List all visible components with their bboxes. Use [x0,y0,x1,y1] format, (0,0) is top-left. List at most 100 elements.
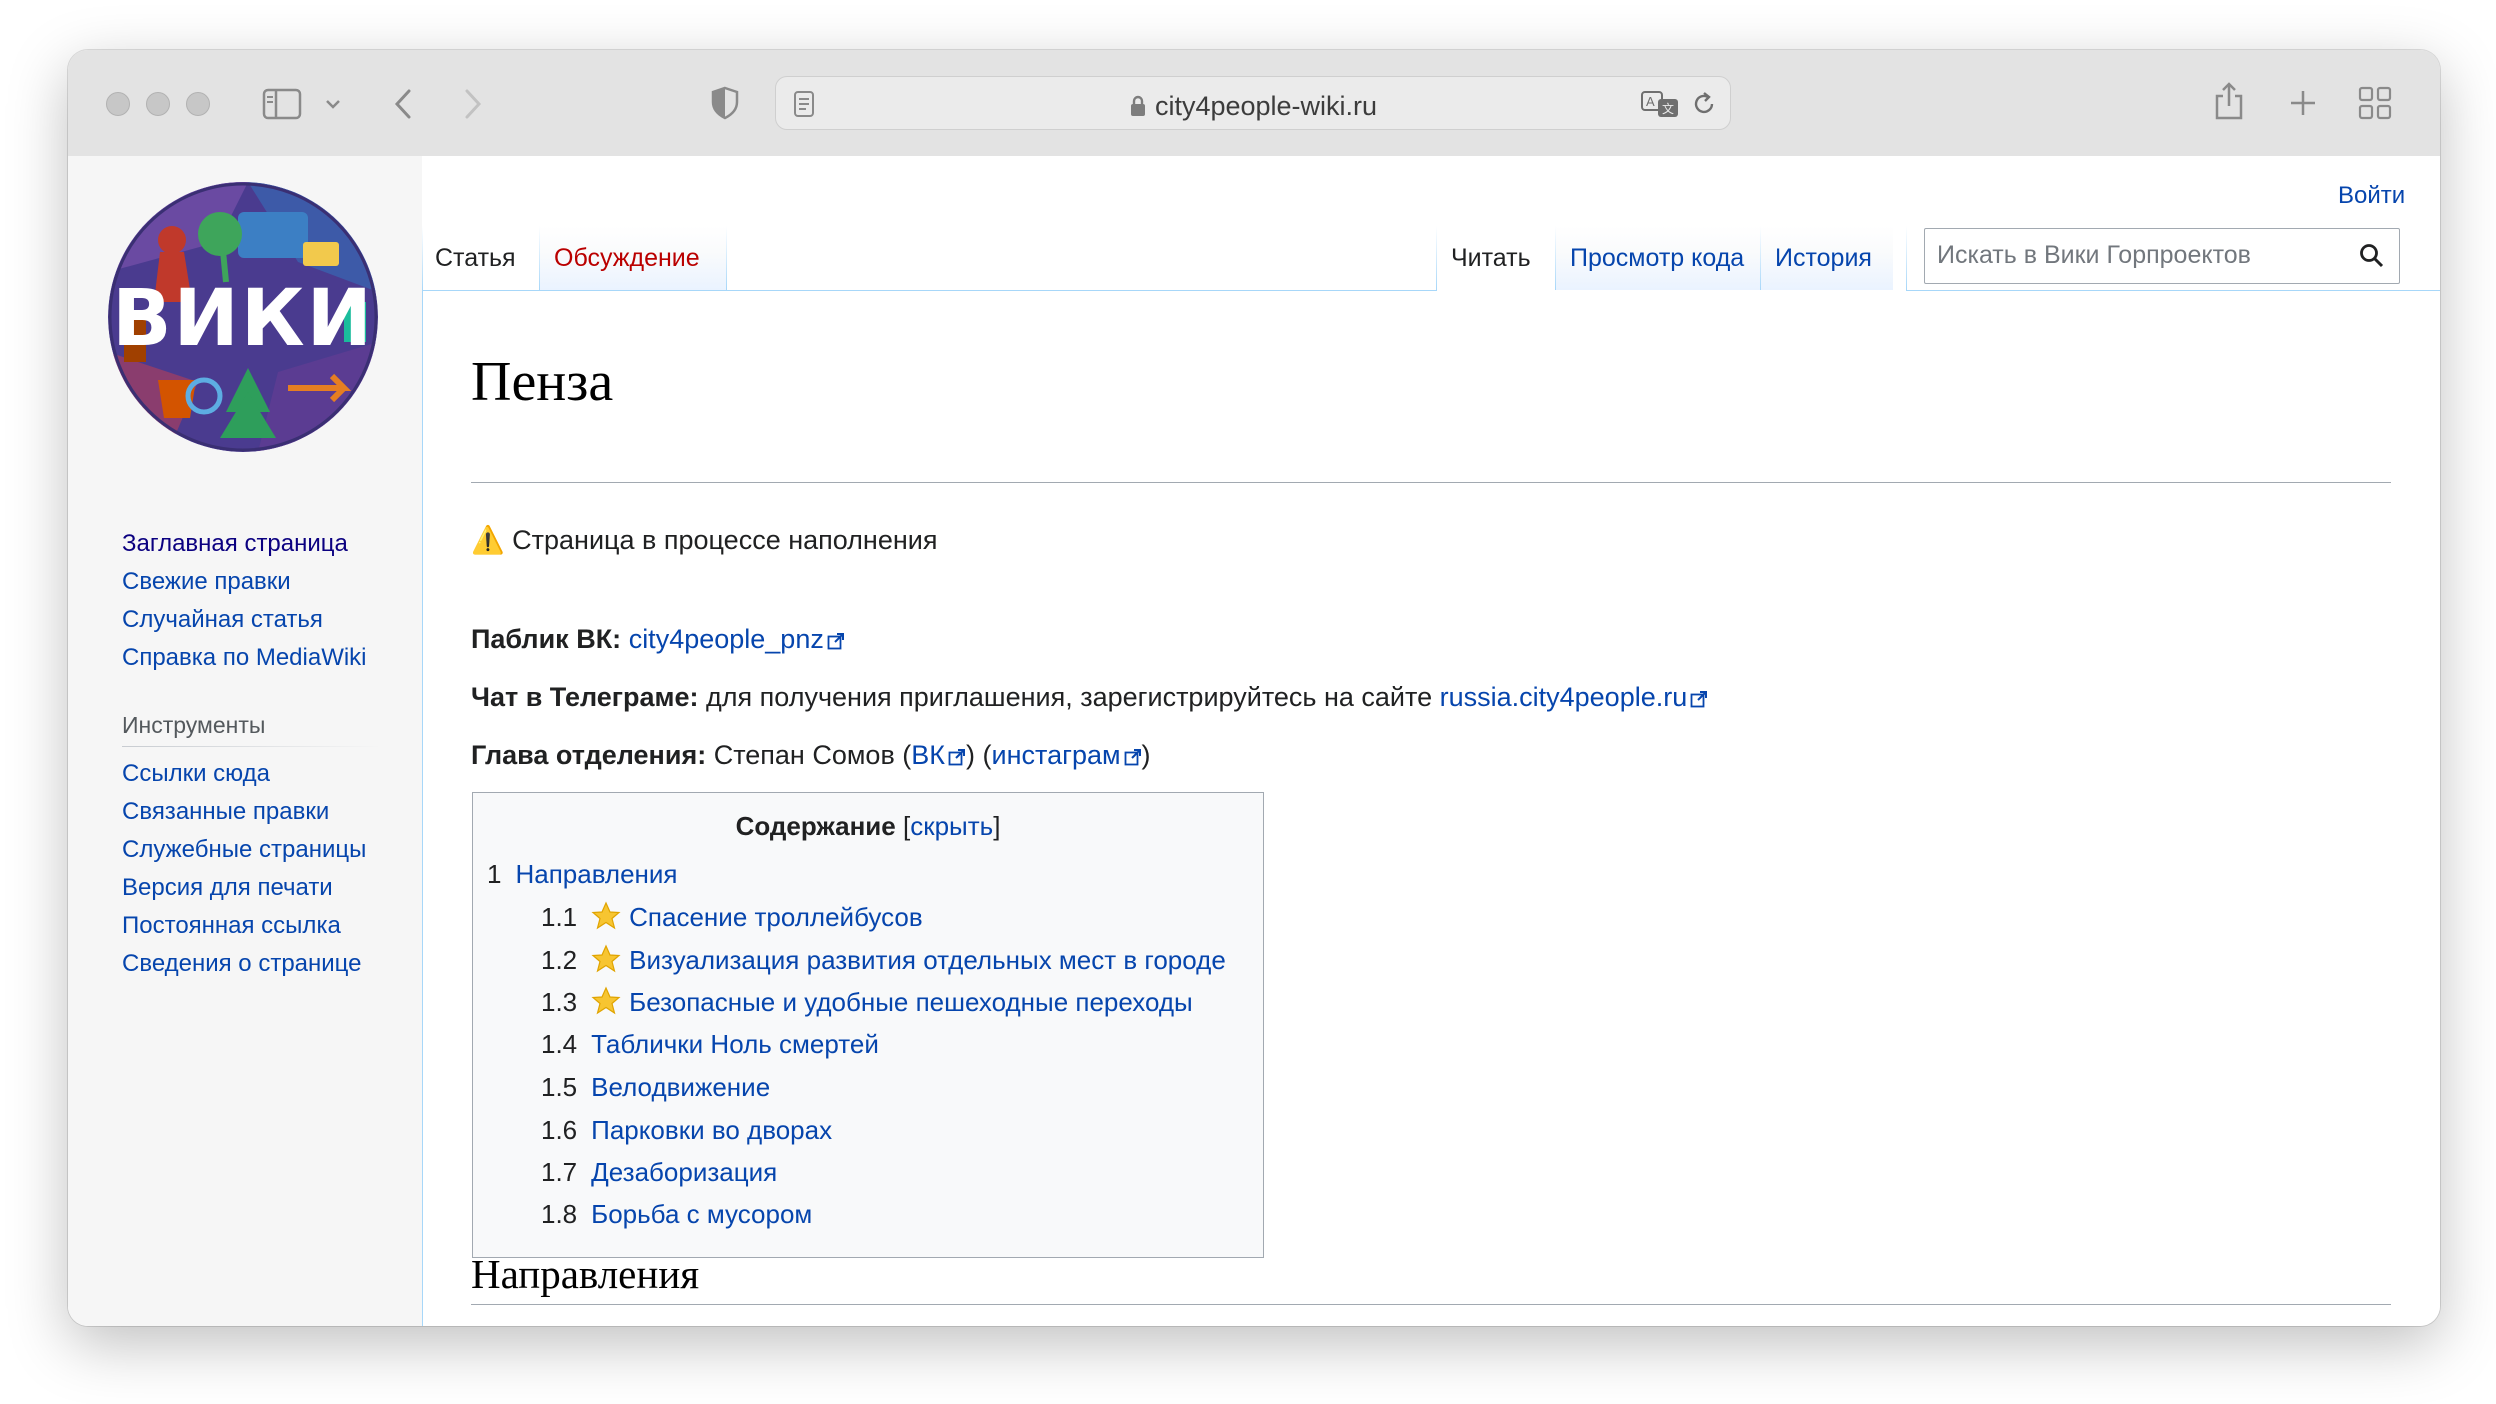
toc-item-link[interactable]: Борьба с мусором [591,1199,812,1229]
external-link-icon [827,633,844,650]
svg-text:A: A [1646,94,1655,109]
sidebar-item-help[interactable]: Справка по MediaWiki [122,644,367,672]
logo-text: ВИКИ [112,274,374,364]
head-vk-link[interactable]: ВК [911,740,966,770]
close-window-button[interactable] [106,92,130,116]
toc-item-link[interactable]: Спасение троллейбусов [629,902,923,932]
wiki-logo[interactable]: ВИКИ [108,182,378,452]
toc-item-link[interactable]: Дезаборизация [591,1157,777,1187]
zoom-window-button[interactable] [186,92,210,116]
toc-item[interactable]: 1.1 Спасение троллейбусов [541,901,923,933]
address-bar[interactable]: city4people-wiki.ru A 文 [775,76,1731,130]
toc-item-link[interactable]: Направления [515,859,677,889]
forward-arrow-icon[interactable] [462,88,484,120]
toc-item-number: 1.8 [541,1199,578,1229]
tab-article[interactable]: Статья [423,226,539,290]
vk-public-line: Паблик ВК: city4people_pnz [471,624,845,655]
toc-item-number: 1.6 [541,1115,578,1145]
minimize-window-button[interactable] [146,92,170,116]
sidebar-item-what-links-here[interactable]: Ссылки сюда [122,760,270,788]
toc-item[interactable]: 1.4 Таблички Ноль смертей [541,1029,879,1060]
warning-icon: ⚠️ [471,525,505,555]
toc-item-link[interactable]: Таблички Ноль смертей [591,1029,879,1059]
external-link-icon [948,749,966,766]
sidebar-item-page-info[interactable]: Сведения о странице [122,950,362,978]
sidebar-item-random-article[interactable]: Случайная статья [122,606,323,634]
login-link[interactable]: Войти [2338,182,2405,210]
telegram-label: Чат в Телеграме: [471,682,699,712]
toc-item[interactable]: 1.6 Парковки во дворах [541,1115,832,1146]
telegram-text: для получения приглашения, зарегистрируй… [706,682,1433,712]
toc-item-number: 1.5 [541,1072,578,1102]
content-top-border-right [1906,290,2440,291]
title-divider [471,482,2391,483]
search-box [1924,228,2400,284]
svg-text:文: 文 [1662,101,1674,116]
section-divider [471,1304,2391,1305]
sidebar-item-main-page[interactable]: Заглавная страница [122,530,348,558]
back-arrow-icon[interactable] [392,88,414,120]
tab-separator [726,226,727,290]
toc-item-number: 1.4 [541,1029,578,1059]
tab-view-source[interactable]: Просмотр кода [1556,226,1760,290]
translate-icon[interactable]: A 文 [1640,89,1680,119]
toc-item[interactable]: 1.5 Велодвижение [541,1072,770,1103]
sidebar-divider [122,746,382,747]
notice-text: Страница в процессе наполнения [512,525,938,555]
toc-item-link[interactable]: Безопасные и удобные пешеходные переходы [629,987,1193,1017]
toc-item-link[interactable]: Велодвижение [591,1072,770,1102]
share-icon[interactable] [2212,80,2246,122]
lock-icon [1130,95,1145,116]
toc-item-number: 1.7 [541,1157,578,1187]
toc-toggle-link[interactable]: скрыть [910,811,993,841]
toc-item[interactable]: 1.7 Дезаборизация [541,1157,777,1188]
url-display: city4people-wiki.ru [776,91,1730,122]
sidebar-item-related-changes[interactable]: Связанные правки [122,798,329,826]
external-link-icon [1124,749,1141,766]
toc-item-link[interactable]: Визуализация развития отдельных мест в г… [629,945,1226,975]
star-icon [591,986,621,1015]
star-icon [591,901,621,930]
content-top-border [422,290,1437,291]
sidebar-item-permalink[interactable]: Постоянная ссылка [122,912,341,940]
tab-discussion[interactable]: Обсуждение [540,226,726,290]
toc-item[interactable]: 1.8 Борьба с мусором [541,1199,812,1230]
browser-window: city4people-wiki.ru A 文 ВИКИ Заглавная с… [68,50,2440,1326]
tab-read[interactable]: Читать [1437,226,1555,290]
sidebar-tools-heading: Инструменты [122,712,266,738]
toc-item[interactable]: 1.3 Безопасные и удобные пешеходные перех… [541,986,1193,1018]
branch-head-label: Глава отделения: [471,740,707,770]
reload-icon[interactable] [1690,90,1718,118]
branch-head-line: Глава отделения: Степан Сомов (ВК) (инст… [471,740,1151,770]
toc-item-link[interactable]: Парковки во дворах [591,1115,832,1145]
toc-header: Содержание [скрыть] [735,811,1001,841]
sidebar-item-special-pages[interactable]: Служебные страницы [122,836,366,864]
notice-line: ⚠️ Страница в процессе наполнения [471,524,937,556]
sidebar-toggle-icon[interactable] [262,88,302,120]
new-tab-icon[interactable] [2288,88,2318,118]
vk-public-link[interactable]: city4people_pnz [629,624,845,654]
table-of-contents: Содержание [скрыть] 1 Направления 1.1 Спасе… [472,792,1264,1258]
tab-history[interactable]: История [1761,226,1893,290]
section-heading: Направления [471,1251,700,1297]
star-icon [591,944,621,973]
head-instagram-link[interactable]: инстаграм [992,740,1142,770]
sidebar-item-printable[interactable]: Версия для печати [122,874,333,902]
privacy-shield-icon[interactable] [710,86,740,120]
toc-title: Содержание [735,811,896,841]
url-text: city4people-wiki.ru [1154,91,1378,121]
search-input[interactable] [1937,241,2337,270]
search-icon[interactable] [2359,243,2385,269]
chevron-down-icon[interactable] [324,98,342,110]
telegram-line: Чат в Телеграме: для получения приглашен… [471,682,1708,713]
toc-item[interactable]: 1 Направления [487,859,678,890]
page-content: ВИКИ Заглавная страница Свежие правки Сл… [68,156,2440,1326]
sidebar-item-recent-changes[interactable]: Свежие правки [122,568,291,596]
branch-head-name: Степан Сомов [713,740,895,770]
toc-item-number: 1.3 [541,987,578,1017]
tab-overview-icon[interactable] [2358,86,2392,120]
registration-site-link[interactable]: russia.city4people.ru [1440,682,1709,712]
page-title: Пенза [471,351,614,413]
toc-item[interactable]: 1.2 Визуализация развития отдельных мест … [541,944,1226,976]
tab-separator [1906,226,1907,290]
